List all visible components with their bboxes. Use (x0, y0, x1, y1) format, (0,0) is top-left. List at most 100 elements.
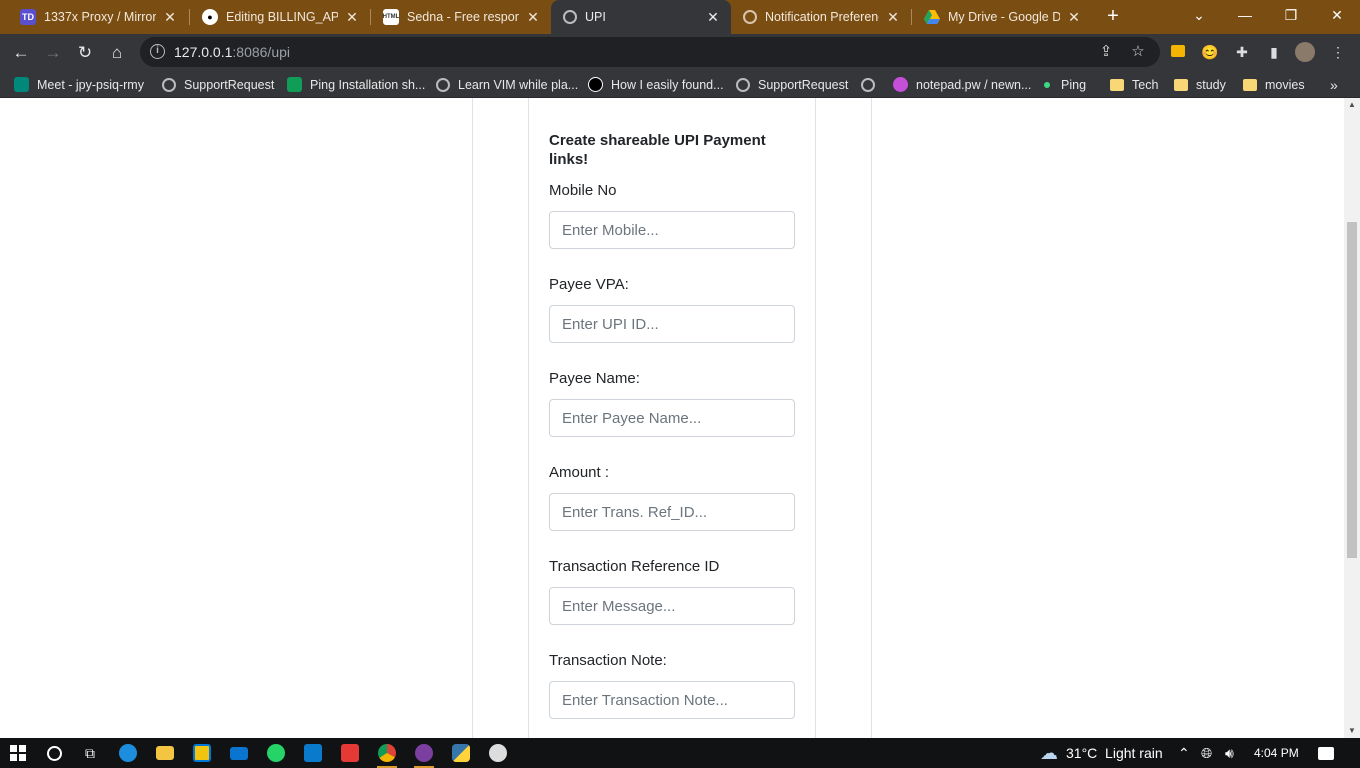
extensions-puzzle-icon[interactable]: ✚ (1232, 42, 1252, 62)
close-icon[interactable]: ✕ (162, 9, 178, 26)
bookmark-folder-study[interactable]: study (1174, 71, 1226, 98)
side-panel-icon[interactable]: ▮ (1264, 42, 1284, 62)
transaction-note-label: Transaction Note: (549, 652, 667, 669)
file-explorer-icon[interactable] (153, 741, 177, 765)
mobile-no-label: Mobile No (549, 182, 617, 199)
tab-strip: TD 1337x Proxy / Mirror s ✕ ● Editing BI… (0, 0, 1360, 34)
tab-title: Notification Preferenc (765, 10, 879, 24)
close-icon[interactable]: ✕ (705, 9, 721, 26)
globe-icon (436, 77, 450, 92)
notepad-icon (893, 77, 908, 92)
edge-icon[interactable] (116, 741, 140, 765)
url-host: 127.0.0.1 (174, 44, 233, 60)
extension-folder-icon[interactable] (1168, 42, 1188, 62)
new-tab-button[interactable]: + (1101, 5, 1125, 29)
close-icon[interactable]: ✕ (344, 9, 360, 26)
chrome-icon[interactable] (375, 741, 399, 768)
tab-github[interactable]: ● Editing BILLING_API/R ✕ (190, 0, 370, 34)
tab-google-drive[interactable]: My Drive - Google Dr ✕ (912, 0, 1092, 34)
home-button[interactable]: ⌂ (104, 40, 130, 66)
back-button[interactable]: ← (8, 40, 34, 66)
store-icon[interactable] (190, 741, 214, 765)
tab-title: My Drive - Google Dr (948, 10, 1060, 24)
folder-icon (1174, 78, 1188, 91)
windows-start-icon[interactable] (6, 741, 30, 765)
tab-notification[interactable]: Notification Preferenc ✕ (731, 0, 911, 34)
vscode-icon[interactable] (301, 741, 325, 765)
media-player-icon[interactable] (412, 741, 436, 768)
bookmark-label: Meet - jpy-psiq-rmy (37, 77, 144, 92)
tab-1337x[interactable]: TD 1337x Proxy / Mirror s ✕ (8, 0, 188, 34)
anydesk-icon[interactable] (338, 741, 362, 765)
tray-chevron-up-icon[interactable]: ⌃ (1178, 738, 1190, 768)
weather-widget[interactable]: ☁ 31°C Light rain (1040, 738, 1163, 768)
restore-button[interactable]: ❐ (1268, 0, 1314, 34)
site-info-icon[interactable]: i (150, 44, 165, 59)
tab-search-chevron-icon[interactable]: ⌄ (1176, 0, 1222, 34)
bookmark-untitled[interactable] (861, 71, 883, 98)
scrollbar-thumb[interactable] (1347, 222, 1357, 558)
close-icon[interactable]: ✕ (1066, 9, 1082, 26)
volume-icon[interactable]: 🔊︎ (1225, 738, 1234, 768)
globe-icon (162, 77, 176, 92)
bookmark-folder-tech[interactable]: Tech (1110, 71, 1158, 98)
app-icon[interactable] (486, 741, 510, 765)
window-close-button[interactable]: ✕ (1314, 0, 1360, 34)
bookmark-star-icon[interactable]: ☆ (1128, 42, 1148, 62)
bookmark-ping[interactable]: Ping (1044, 71, 1086, 98)
clock[interactable]: 4:04 PM (1254, 738, 1299, 768)
bookmark-medium[interactable]: How I easily found... (588, 71, 724, 98)
medium-icon (588, 77, 603, 92)
amount-input[interactable] (549, 493, 795, 531)
url-path: :8086/upi (232, 44, 290, 60)
python-icon[interactable] (449, 741, 473, 765)
column-divider-left (472, 98, 473, 738)
bookmark-ping-installation[interactable]: Ping Installation sh... (287, 71, 425, 98)
form-heading: Create shareable UPI Payment links! (549, 132, 766, 168)
notification-center-icon[interactable] (1318, 738, 1334, 768)
close-icon[interactable]: ✕ (885, 9, 901, 26)
transaction-reference-id-input[interactable] (549, 587, 795, 625)
reload-button[interactable]: ↻ (72, 40, 98, 66)
bookmark-folder-movies[interactable]: movies (1243, 71, 1305, 98)
payee-name-input[interactable] (549, 399, 795, 437)
bookmark-meet[interactable]: Meet - jpy-psiq-rmy (14, 71, 144, 98)
minimize-button[interactable]: — (1222, 0, 1268, 34)
bookmark-supportrequest-2[interactable]: SupportRequest (736, 71, 848, 98)
bookmark-supportrequest[interactable]: SupportRequest (162, 71, 274, 98)
payee-vpa-input[interactable] (549, 305, 795, 343)
mail-icon[interactable] (227, 741, 251, 765)
scroll-down-icon[interactable]: ▼ (1344, 724, 1360, 738)
bookmark-notepad[interactable]: notepad.pw / newn... (893, 71, 1031, 98)
tab-title: UPI (585, 10, 606, 24)
menu-kebab-icon[interactable]: ⋮ (1328, 42, 1348, 62)
transaction-note-input[interactable] (549, 681, 795, 719)
page-scrollbar[interactable]: ▲ ▼ (1344, 98, 1360, 738)
tab-title: Sedna - Free responsi (407, 10, 519, 24)
tab-upi[interactable]: UPI ✕ (551, 0, 731, 34)
google-drive-icon (924, 9, 940, 25)
bookmark-label: SupportRequest (758, 77, 849, 92)
share-icon[interactable]: ⇪ (1096, 42, 1116, 62)
bookmark-label: Ping (1061, 77, 1087, 92)
forward-button[interactable]: → (40, 40, 66, 66)
url-text[interactable]: 127.0.0.1:8086/upi (174, 44, 290, 60)
close-icon[interactable]: ✕ (525, 9, 541, 26)
scroll-up-icon[interactable]: ▲ (1344, 98, 1360, 112)
html-icon: HTML (383, 9, 399, 25)
tab-sedna[interactable]: HTML Sedna - Free responsi ✕ (371, 0, 551, 34)
bookmark-learn-vim[interactable]: Learn VIM while pla... (436, 71, 578, 98)
whatsapp-icon[interactable] (264, 741, 288, 765)
bookmarks-overflow-chevron-icon[interactable]: » (1330, 71, 1338, 98)
bookmark-label: Ping Installation sh... (310, 77, 426, 92)
profile-avatar[interactable] (1295, 42, 1315, 62)
mobile-no-input[interactable] (549, 211, 795, 249)
task-view-icon[interactable]: ⧉ (78, 741, 102, 765)
network-globe-icon[interactable]: 🌐︎ (1201, 738, 1212, 768)
address-bar[interactable]: i 127.0.0.1:8086/upi ⇪ ☆ (140, 37, 1160, 67)
globe-icon (563, 10, 577, 24)
extension-emoji-icon[interactable]: 😊 (1200, 42, 1220, 62)
tab-title: 1337x Proxy / Mirror s (44, 10, 156, 24)
search-icon[interactable] (42, 741, 66, 765)
weather-text: 31°C Light rain (1066, 745, 1163, 761)
